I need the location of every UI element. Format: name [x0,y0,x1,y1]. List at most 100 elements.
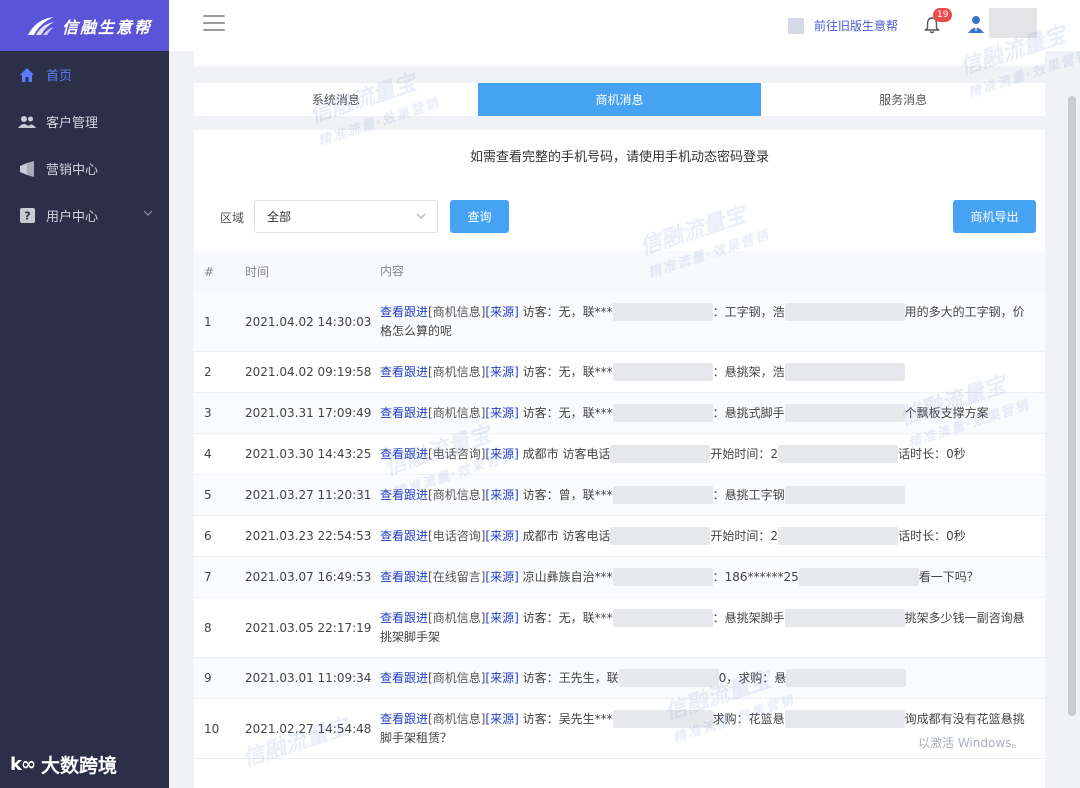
row-type-tag: [电话咨询] [428,528,486,543]
old-version-link[interactable]: 前往旧版生意帮 [788,17,898,34]
table-body: 1 2021.04.02 14:30:03 查看跟进[商机信息][来源] 访客：无，… [194,292,1045,759]
redacted-block [784,303,905,321]
row-type-tag: [商机信息] [428,304,486,319]
row-index: 8 [204,620,212,635]
view-followup-link[interactable]: 查看跟进 [380,447,428,461]
app-logo[interactable]: 信融生意帮 [0,0,169,51]
row-index: 7 [204,570,212,584]
row-text-part3: 看一下吗？ [918,569,979,584]
svg-text:?: ? [24,210,30,223]
table-row: 3 2021.03.31 17:09:49 查看跟进[商机信息][来源] 访客：无，… [194,393,1045,434]
export-button[interactable]: 商机导出 [953,200,1036,233]
vertical-scrollbar[interactable] [1068,96,1076,716]
chevron-down-icon [143,210,153,216]
row-type-tag: [商机信息] [428,364,486,379]
row-text-part1: 访客：王先生，联 [522,670,619,685]
row-text-part2: 开始时间：2 [710,528,779,543]
view-followup-link[interactable]: 查看跟进 [380,305,428,319]
business-table: # 时间 内容 1 2021.04.02 14:30:03 查看跟进[商机信息][来… [194,251,1045,759]
region-label: 区域 [220,211,245,225]
row-content: 查看跟进[商机信息][来源] 访客：无，联*** ：悬挑架，浩 [380,363,1045,382]
row-time: 2021.04.02 14:30:03 [245,314,372,329]
redacted-block [784,486,905,504]
table-row: 6 2021.03.23 22:54:53 查看跟进[电话咨询][来源] 成都市 访… [194,516,1045,557]
old-version-label: 前往旧版生意帮 [814,19,899,33]
redacted-block [778,445,899,463]
row-type-tag: [在线留言] [428,569,486,584]
row-content: 查看跟进[商机信息][来源] 访客：无，联*** ：悬挑式脚手 个飘板支撑方案 [380,404,1045,423]
row-source-link[interactable]: [来源] [485,488,518,502]
row-time: 2021.04.02 09:19:58 [245,365,372,379]
tab-system-messages[interactable]: 系统消息 [194,83,478,116]
view-followup-link[interactable]: 查看跟进 [380,488,428,502]
row-source-link[interactable]: [来源] [485,365,518,379]
row-source-link[interactable]: [来源] [485,611,518,625]
row-index: 3 [204,406,212,420]
sidebar-item-user-center[interactable]: ? 用户中心 [0,192,169,239]
row-source-link[interactable]: [来源] [485,305,518,319]
sidebar-item-home[interactable]: 首页 [0,51,169,98]
view-followup-link[interactable]: 查看跟进 [380,671,428,685]
row-index: 4 [204,447,212,461]
view-followup-link[interactable]: 查看跟进 [380,712,428,726]
row-time: 2021.03.01 11:09:34 [245,671,372,685]
view-followup-link[interactable]: 查看跟进 [380,529,428,543]
row-text-part2: 0，求购：悬 [718,670,787,685]
user-name-redacted[interactable] [989,8,1037,38]
megaphone-icon [18,160,36,178]
row-index: 10 [204,721,220,736]
redacted-block [798,568,919,586]
column-header-content: 内容 [380,264,405,278]
search-button[interactable]: 查询 [450,200,509,233]
redacted-block [784,404,905,422]
row-time: 2021.03.05 22:17:19 [245,620,372,635]
row-text-part1: 访客：曾，联*** [522,487,613,502]
region-select[interactable]: 全部 [254,200,438,233]
row-source-link[interactable]: [来源] [485,529,518,543]
row-source-link[interactable]: [来源] [485,570,518,584]
row-time: 2021.02.27 14:54:48 [245,721,372,736]
redacted-block [612,710,713,728]
row-text-part2: ：工字钢，浩 [712,304,785,319]
redacted-block [784,609,905,627]
row-text-part2: ：悬挑工字钢 [712,487,785,502]
row-source-link[interactable]: [来源] [485,671,518,685]
view-followup-link[interactable]: 查看跟进 [380,611,428,625]
sidebar-item-label: 营销中心 [46,163,99,178]
row-source-link[interactable]: [来源] [485,447,518,461]
row-source-link[interactable]: [来源] [485,406,518,420]
row-text-part2: ：悬挑架脚手 [712,610,785,625]
redacted-block [784,710,905,728]
table-row: 7 2021.03.07 16:49:53 查看跟进[在线留言][来源] 凉山彝族自… [194,557,1045,598]
users-icon [18,113,36,131]
table-row: 4 2021.03.30 14:43:25 查看跟进[电话咨询][来源] 成都市 访… [194,434,1045,475]
sidebar-item-marketing[interactable]: 营销中心 [0,145,169,192]
row-text-part1: 访客：吴先生*** [522,711,613,726]
redacted-block [612,404,713,422]
tab-service-messages[interactable]: 服务消息 [761,83,1045,116]
menu-toggle-icon[interactable] [203,15,225,33]
row-index: 9 [204,671,212,685]
tab-business-messages[interactable]: 商机消息 [477,83,762,116]
view-followup-link[interactable]: 查看跟进 [380,406,428,420]
old-version-icon [788,17,804,34]
home-icon [18,66,36,84]
row-source-link[interactable]: [来源] [485,712,518,726]
redacted-block [610,527,711,545]
redacted-block [612,486,713,504]
user-avatar-icon[interactable] [967,15,985,33]
row-text-part1: 访客：无，联*** [522,304,613,319]
row-index: 6 [204,529,212,543]
view-followup-link[interactable]: 查看跟进 [380,570,428,584]
row-content: 查看跟进[商机信息][来源] 访客：无，联*** ：工字钢，浩 用的多大的工字钢，价… [380,303,1045,341]
redacted-block [784,363,905,381]
sidebar-item-customers[interactable]: 客户管理 [0,98,169,145]
row-content: 查看跟进[在线留言][来源] 凉山彝族自治*** ：186******25 看一下吗… [380,568,1045,587]
help-icon: ? [18,207,36,225]
row-text-part1: 成都市 访客电话 [522,528,611,543]
table-row: 1 2021.04.02 14:30:03 查看跟进[商机信息][来源] 访客：无，… [194,292,1045,352]
row-text-part2: 求购：花篮悬 [712,711,785,726]
row-index: 5 [204,488,212,502]
view-followup-link[interactable]: 查看跟进 [380,365,428,379]
redacted-block [786,669,907,687]
